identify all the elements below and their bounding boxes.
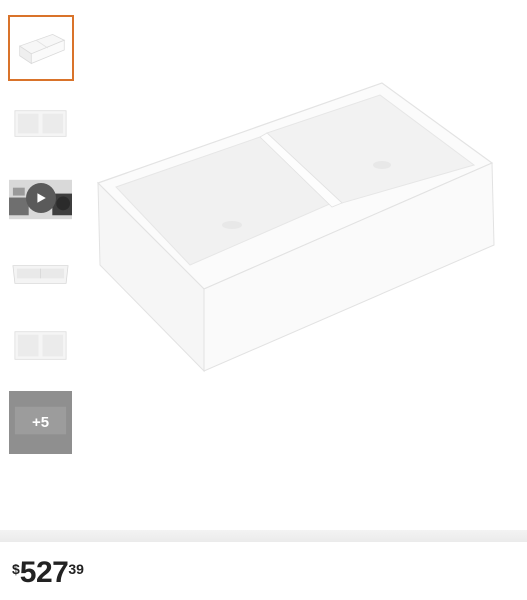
thumbnail-4[interactable]: [9, 242, 72, 305]
sink-front-2-thumbnail-image: [14, 331, 67, 360]
thumbnail-3-video[interactable]: [9, 168, 72, 231]
product-price: $52739: [12, 558, 84, 588]
price-currency: $: [12, 561, 20, 577]
play-icon: [26, 183, 56, 213]
thumbnail-2[interactable]: [9, 95, 72, 158]
sink-thumbnail-image: [18, 34, 66, 65]
sink-front-thumbnail-image: [14, 110, 67, 137]
more-images-count: +5: [31, 414, 50, 431]
price-dollars: 527: [19, 556, 69, 589]
main-product-image[interactable]: [92, 75, 517, 385]
play-triangle-icon: [37, 193, 46, 203]
farmhouse-sink-image: [96, 82, 495, 373]
price-cents: 39: [68, 561, 84, 577]
thumbnail-5[interactable]: [9, 316, 72, 379]
product-page: +5 $52739: [0, 0, 527, 600]
more-images-thumbnail[interactable]: +5: [9, 391, 72, 454]
thumbnail-1-selected[interactable]: [8, 15, 74, 81]
sink-angle-thumbnail-image: [12, 265, 69, 284]
section-divider: [0, 530, 527, 542]
